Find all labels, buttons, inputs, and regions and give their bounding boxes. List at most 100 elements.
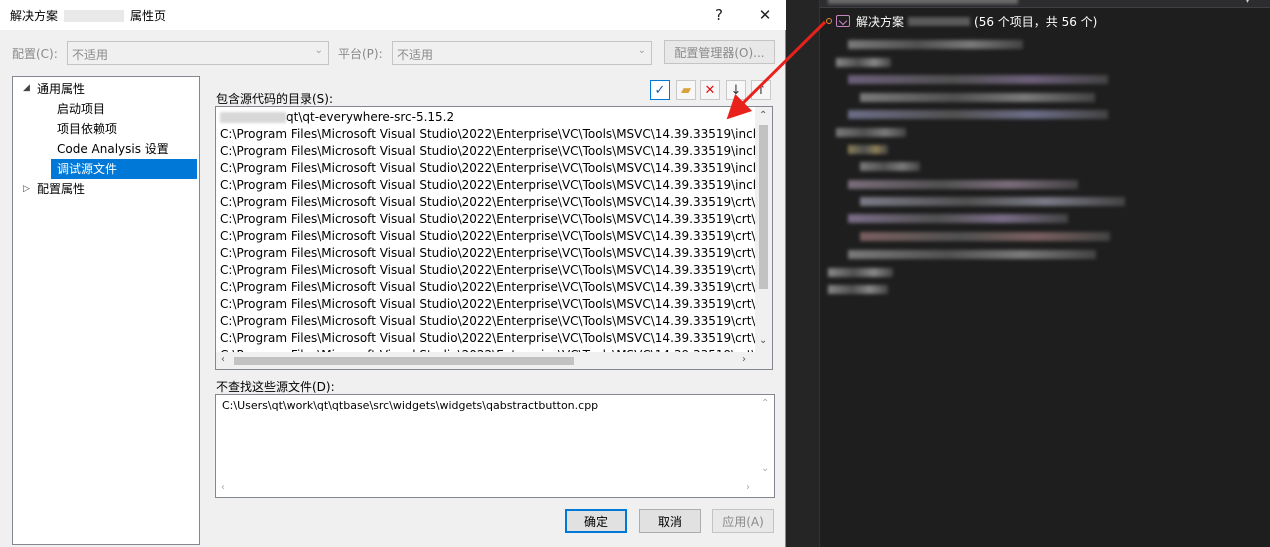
move-down-icon[interactable]: ↓ bbox=[726, 80, 746, 100]
tree-item-code-analysis[interactable]: Code Analysis 设置 bbox=[57, 139, 197, 159]
scroll-left-icon[interactable]: ‹ bbox=[221, 354, 225, 365]
property-tree: ◢ 通用属性 启动项目 项目依赖项 Code Analysis 设置 调试源文件… bbox=[12, 76, 200, 545]
tree-item-startup-project[interactable]: 启动项目 bbox=[57, 99, 197, 119]
ok-button[interactable]: 确定 bbox=[565, 509, 627, 533]
config-manager-button[interactable]: 配置管理器(O)... bbox=[664, 40, 775, 64]
title-redacted bbox=[64, 9, 125, 22]
tree-item-label: Code Analysis 设置 bbox=[57, 142, 169, 156]
tree-item-label: 调试源文件 bbox=[57, 162, 118, 176]
tree-item-common-properties[interactable]: 通用属性 bbox=[37, 79, 197, 99]
list-item[interactable]: C:\Program Files\Microsoft Visual Studio… bbox=[220, 228, 762, 245]
blurred-tree-row bbox=[860, 162, 920, 171]
blurred-tree-row bbox=[848, 214, 1068, 223]
horizontal-scrollbar[interactable]: ‹ › bbox=[216, 480, 774, 497]
help-button[interactable]: ? bbox=[704, 3, 734, 27]
scroll-right-icon[interactable]: › bbox=[746, 482, 750, 493]
list-item[interactable]: C:\Program Files\Microsoft Visual Studio… bbox=[220, 160, 764, 177]
pending-change-icon bbox=[826, 18, 832, 24]
solution-root-label: 解决方案 bbox=[856, 14, 905, 29]
cancel-button[interactable]: 取消 bbox=[639, 509, 701, 533]
blurred-tree-row bbox=[848, 110, 1108, 119]
list-item[interactable]: qt\qt-everywhere-src-5.15.2 bbox=[220, 109, 454, 126]
exclude-files-textarea[interactable]: C:\Users\qt\work\qt\qtbase\src\widgets\w… bbox=[215, 394, 775, 498]
blurred-tree-row bbox=[836, 128, 906, 137]
blurred-tree-row bbox=[848, 145, 888, 154]
platform-label: 平台(P): bbox=[338, 47, 383, 61]
checkmark-icon[interactable]: ✓ bbox=[650, 80, 670, 100]
list-item-text: qt\qt-everywhere-src-5.15.2 bbox=[286, 110, 455, 124]
search-placeholder-blurred bbox=[828, 0, 1018, 4]
list-item[interactable]: C:\Program Files\Microsoft Visual Studio… bbox=[220, 296, 762, 313]
title-prefix: 解决方案 bbox=[10, 9, 59, 23]
tree-item-project-dependencies[interactable]: 项目依赖项 bbox=[57, 119, 197, 139]
list-item[interactable]: C:\Program Files\Microsoft Visual Studio… bbox=[220, 143, 764, 160]
close-button[interactable]: ✕ bbox=[750, 3, 780, 27]
tree-expanded-icon[interactable]: ◢ bbox=[23, 83, 30, 93]
help-icon: ? bbox=[715, 6, 723, 24]
new-folder-icon[interactable]: ▰ bbox=[676, 80, 696, 100]
scroll-down-icon[interactable]: ⌄ bbox=[761, 463, 769, 474]
tree-collapsed-icon[interactable]: ▷ bbox=[23, 184, 30, 194]
config-value: 不适用 bbox=[72, 48, 109, 62]
platform-select[interactable]: 不适用 ⌄ bbox=[392, 41, 652, 65]
tree-item-label: 启动项目 bbox=[57, 102, 106, 116]
tree-item-label: 通用属性 bbox=[37, 82, 86, 96]
solution-project-count: (56 个项目，共 56 个) bbox=[974, 14, 1098, 29]
chevron-down-icon: ⌄ bbox=[637, 45, 646, 56]
scroll-right-icon[interactable]: › bbox=[742, 354, 746, 365]
list-item[interactable]: C:\Program Files\Microsoft Visual Studio… bbox=[220, 211, 762, 228]
list-item[interactable]: C:\Program Files\Microsoft Visual Studio… bbox=[220, 330, 762, 347]
scroll-down-icon[interactable]: ⌄ bbox=[759, 335, 767, 346]
tree-item-label: 配置属性 bbox=[37, 182, 86, 196]
solution-root-row[interactable]: 解决方案 (56 个项目，共 56 个) bbox=[826, 12, 1097, 30]
solution-explorer-margin bbox=[786, 0, 820, 547]
blurred-tree-row bbox=[848, 180, 1078, 189]
blurred-tree-row bbox=[848, 40, 1023, 49]
horizontal-scrollbar[interactable]: ‹ › bbox=[216, 352, 772, 369]
tree-item-debug-source-files[interactable]: 调试源文件 bbox=[51, 159, 197, 179]
list-item[interactable]: C:\Program Files\Microsoft Visual Studio… bbox=[220, 194, 762, 211]
blurred-tree-row bbox=[848, 250, 1096, 259]
solution-explorer-searchbar[interactable]: ▾ bbox=[820, 0, 1270, 8]
apply-button[interactable]: 应用(A) bbox=[712, 509, 774, 533]
list-item[interactable]: C:\Program Files\Microsoft Visual Studio… bbox=[220, 177, 764, 194]
list-item[interactable]: C:\Program Files\Microsoft Visual Studio… bbox=[220, 279, 762, 296]
list-item[interactable]: C:\Program Files\Microsoft Visual Studio… bbox=[220, 126, 764, 143]
list-item[interactable]: C:\Program Files\Microsoft Visual Studio… bbox=[220, 262, 762, 279]
property-pages-dialog: 解决方案 属性页 ? ✕ 配置(C): 不适用 ⌄ 平台(P): 不适用 ⌄ 配… bbox=[0, 0, 786, 547]
solution-icon bbox=[836, 15, 850, 27]
config-label: 配置(C): bbox=[12, 47, 58, 61]
dialog-title: 解决方案 属性页 bbox=[10, 7, 166, 24]
scroll-up-icon[interactable]: ⌃ bbox=[761, 398, 769, 409]
chevron-down-icon[interactable]: ▾ bbox=[1245, 0, 1250, 6]
scroll-up-icon[interactable]: ⌃ bbox=[759, 110, 767, 121]
blurred-tree-row bbox=[836, 58, 891, 67]
blurred-tree-row bbox=[848, 75, 1108, 84]
config-select[interactable]: 不适用 ⌄ bbox=[67, 41, 329, 65]
list-item[interactable]: C:\Program Files\Microsoft Visual Studio… bbox=[220, 245, 762, 262]
vertical-scrollbar[interactable]: ⌃ ⌄ bbox=[757, 395, 774, 482]
exclude-files-label: 不查找这些源文件(D): bbox=[216, 380, 335, 394]
close-icon: ✕ bbox=[758, 6, 772, 24]
blurred-tree-row bbox=[860, 232, 1110, 241]
source-dirs-label: 包含源代码的目录(S): bbox=[216, 92, 334, 106]
scroll-thumb[interactable] bbox=[759, 125, 768, 289]
platform-value: 不适用 bbox=[397, 48, 434, 62]
path-redacted bbox=[220, 112, 286, 123]
source-dirs-list[interactable]: qt\qt-everywhere-src-5.15.2 C:\Program F… bbox=[215, 106, 773, 370]
blurred-tree-row bbox=[860, 197, 1125, 206]
tree-item-config-properties[interactable]: 配置属性 bbox=[37, 179, 197, 199]
dialog-titlebar: 解决方案 属性页 ? ✕ bbox=[0, 0, 786, 30]
title-suffix: 属性页 bbox=[130, 9, 167, 23]
scroll-left-icon[interactable]: ‹ bbox=[221, 482, 225, 493]
vertical-scrollbar[interactable]: ⌃ ⌄ bbox=[755, 107, 772, 354]
delete-icon[interactable]: ✕ bbox=[700, 80, 720, 100]
solution-name-redacted bbox=[908, 16, 971, 26]
exclude-files-value: C:\Users\qt\work\qt\qtbase\src\widgets\w… bbox=[222, 399, 599, 412]
scroll-thumb[interactable] bbox=[234, 357, 574, 365]
blurred-tree-row bbox=[828, 285, 888, 294]
list-item[interactable]: C:\Program Files\Microsoft Visual Studio… bbox=[220, 313, 762, 330]
blurred-tree-row bbox=[828, 268, 893, 277]
chevron-down-icon: ⌄ bbox=[314, 45, 323, 56]
move-up-icon[interactable]: ↑ bbox=[751, 80, 771, 100]
